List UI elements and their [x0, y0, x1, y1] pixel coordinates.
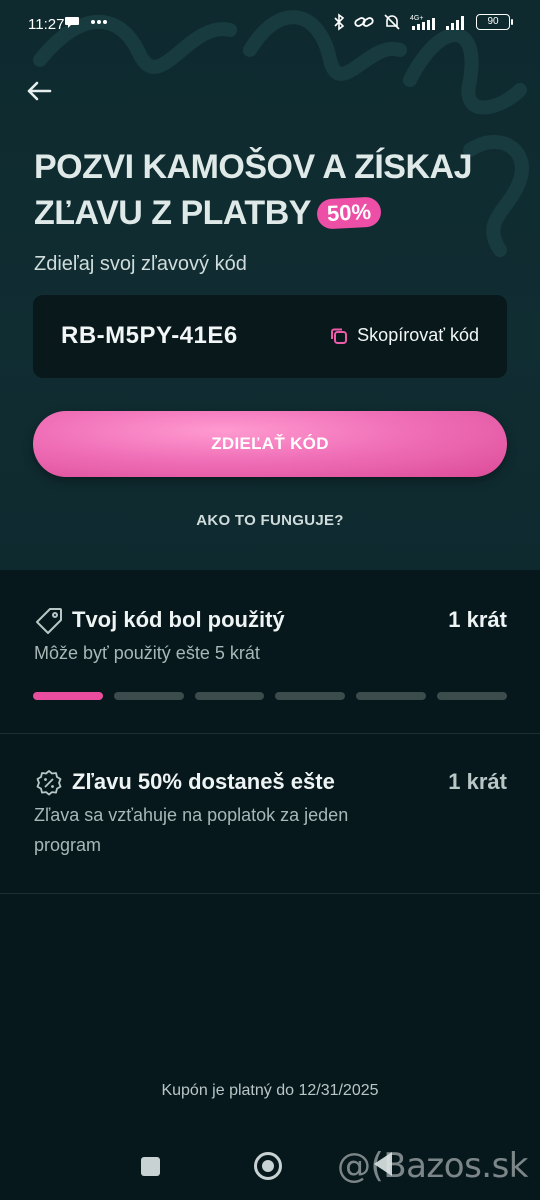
- copy-code-button[interactable]: Skopírovať kód: [329, 325, 479, 346]
- copy-icon: [331, 328, 348, 344]
- discount-code: RB-M5PY-41E6: [61, 322, 238, 349]
- usage-count: 1 krát: [448, 607, 507, 632]
- svg-text:4G+: 4G+: [410, 15, 423, 22]
- chat-bubble-icon: [65, 17, 79, 28]
- progress-segment: [437, 692, 507, 700]
- home-button[interactable]: [254, 1152, 282, 1180]
- discount-badge: 50%: [316, 196, 382, 230]
- progress-segment: [356, 692, 427, 700]
- signal-bars-icon: [446, 16, 464, 30]
- signal-4g-icon: 4G+: [410, 15, 435, 30]
- battery-icon: 90: [476, 14, 513, 30]
- progress-segment: [275, 692, 346, 700]
- progress-segment: [194, 692, 265, 700]
- link-icon: [354, 17, 374, 27]
- progress-segment: [113, 692, 184, 700]
- discount-code-box: RB-M5PY-41E6 Skopírovať kód: [33, 295, 507, 378]
- discount-badge-icon: [36, 770, 62, 796]
- usage-progress-bar: [33, 692, 507, 700]
- status-time: 11:27: [28, 16, 65, 33]
- title-line-1: POZVI KAMOŠOV A ZÍSKAJ: [34, 148, 472, 186]
- how-it-works-link[interactable]: AKO TO FUNGUJE?: [0, 512, 540, 529]
- recents-button[interactable]: [141, 1157, 160, 1176]
- watermark: @(Bazos.sk: [337, 1146, 529, 1186]
- more-dots-icon: [91, 20, 107, 24]
- usage-title: Tvoj kód bol použitý: [72, 607, 285, 632]
- page-title: POZVI KAMOŠOV A ZÍSKAJ ZĽAVU Z PLATBY 50%: [34, 144, 514, 236]
- usage-section: Tvoj kód bol použitý 1 krát Môže byť pou…: [0, 570, 540, 734]
- share-code-button[interactable]: ZDIEĽAŤ KÓD: [33, 411, 507, 477]
- progress-segment: [33, 692, 103, 700]
- arrow-left-icon[interactable]: [24, 76, 54, 106]
- title-line-2: ZĽAVU Z PLATBY: [34, 194, 311, 232]
- copy-code-label: Skopírovať kód: [357, 325, 479, 345]
- share-code-label: Zdieľaj svoj zľavový kód: [34, 253, 247, 275]
- discount-section: Zľavu 50% dostaneš ešte 1 krát Zľava sa …: [0, 734, 540, 894]
- system-nav-bar: @(Bazos.sk: [0, 1130, 540, 1200]
- usage-subtitle: Môže byť použitý ešte 5 krát: [34, 643, 260, 663]
- tag-icon: [36, 608, 62, 634]
- bluetooth-icon: [334, 13, 345, 31]
- coupon-validity: Kupón je platný do 12/31/2025: [161, 1082, 379, 1099]
- discount-count: 1 krát: [448, 769, 507, 794]
- mute-bell-icon: [384, 14, 400, 30]
- hero-section: 11:27 4G+ 90 POZVI KAMOŠOV A ZÍSKAJ ZĽAV…: [0, 0, 540, 570]
- discount-title: Zľavu 50% dostaneš ešte: [72, 769, 335, 794]
- discount-subtitle: Zľava sa vzťahuje na poplatok za jeden p…: [34, 805, 349, 855]
- status-bar: 11:27 4G+ 90: [0, 0, 540, 50]
